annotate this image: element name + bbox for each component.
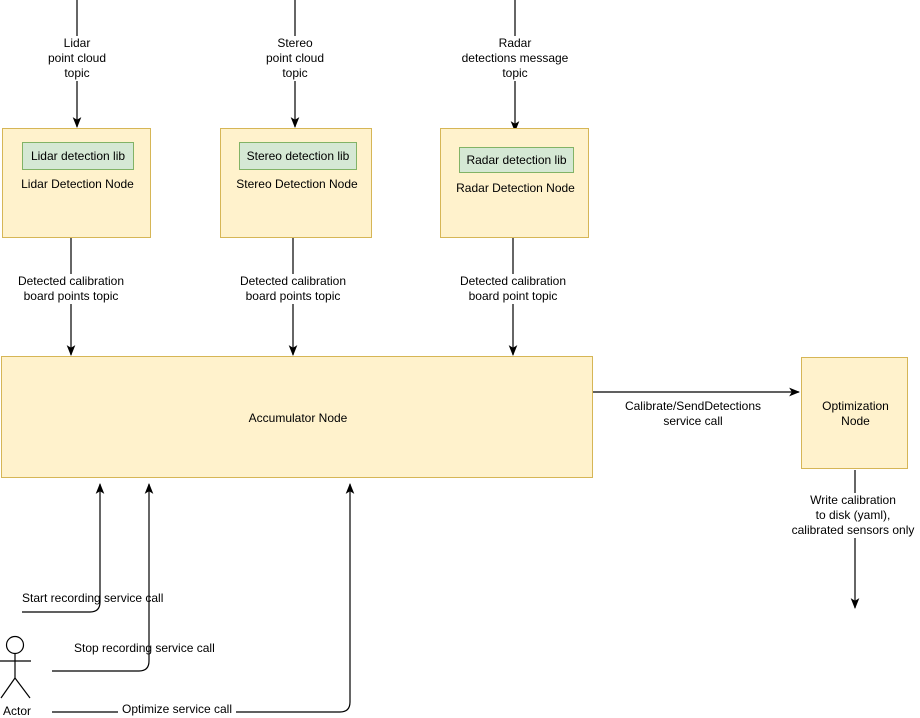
- stereo-detection-lib[interactable]: Stereo detection lib: [239, 142, 357, 170]
- accumulator-node[interactable]: Accumulator Node: [1, 356, 593, 478]
- edge-label-stereo-output-topic: Detected calibration board points topic: [228, 274, 358, 304]
- stereo-detection-node[interactable]: Stereo detection lib Stereo Detection No…: [220, 128, 372, 238]
- optimization-node[interactable]: Optimization Node: [801, 357, 908, 469]
- lidar-detection-lib-label: Lidar detection lib: [30, 149, 126, 163]
- edge-label-stereo-topic: Stereo point cloud topic: [235, 36, 355, 81]
- edge-label-lidar-output-topic: Detected calibration board points topic: [6, 274, 136, 304]
- radar-detection-node[interactable]: Radar detection lib Radar Detection Node: [440, 128, 589, 238]
- radar-detection-lib[interactable]: Radar detection lib: [459, 147, 574, 173]
- edge-label-start-recording-service-call: Start recording service call: [22, 591, 164, 605]
- radar-detection-lib-label: Radar detection lib: [466, 153, 567, 167]
- architecture-diagram: Lidar point cloud topic Stereo point clo…: [0, 0, 920, 718]
- stereo-detection-node-label: Stereo Detection Node: [236, 177, 358, 191]
- edge-label-calibrate-send-detections: Calibrate/SendDetections service call: [600, 399, 786, 429]
- edge-label-optimize-service-call: Optimize service call: [118, 702, 236, 717]
- lidar-detection-node-label: Lidar Detection Node: [21, 177, 134, 191]
- optimization-node-label: Optimization Node: [822, 399, 889, 428]
- lidar-detection-lib[interactable]: Lidar detection lib: [22, 142, 134, 170]
- accumulator-node-label: Accumulator Node: [248, 411, 348, 425]
- actor-figure: [0, 635, 31, 699]
- edge-label-stop-recording-service-call: Stop recording service call: [74, 641, 215, 655]
- lidar-detection-node[interactable]: Lidar detection lib Lidar Detection Node: [2, 128, 151, 238]
- edge-label-lidar-topic: Lidar point cloud topic: [17, 36, 137, 81]
- stereo-detection-lib-label: Stereo detection lib: [246, 149, 350, 163]
- actor-label: Actor: [2, 704, 31, 718]
- edge-label-write-calibration: Write calibration to disk (yaml), calibr…: [786, 493, 920, 538]
- radar-detection-node-label: Radar Detection Node: [456, 181, 575, 195]
- edge-label-radar-output-topic: Detected calibration board point topic: [448, 274, 578, 304]
- edge-label-radar-topic: Radar detections message topic: [436, 36, 594, 81]
